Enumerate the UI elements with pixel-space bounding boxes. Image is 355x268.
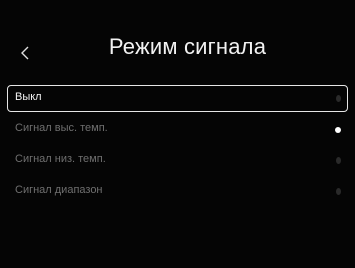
page-title: Режим сигнала [108, 34, 267, 59]
radio-indicator [336, 157, 341, 164]
radio-indicator-checked [335, 127, 341, 133]
option-off[interactable]: Выкл [7, 85, 348, 112]
signal-mode-list: Выкл Сигнал выс. темп. Сигнал низ. темп.… [7, 85, 348, 209]
option-high-temp-alarm[interactable]: Сигнал выс. темп. [7, 116, 348, 143]
radio-indicator [336, 188, 341, 195]
chevron-left-icon [21, 46, 29, 60]
back-button[interactable] [12, 36, 38, 70]
option-label: Выкл [15, 91, 42, 103]
radio-indicator [336, 95, 341, 102]
option-range-alarm[interactable]: Сигнал диапазон [7, 178, 348, 205]
option-label: Сигнал выс. темп. [15, 122, 108, 134]
header: Режим сигнала [0, 18, 355, 78]
option-label: Сигнал низ. темп. [15, 153, 106, 165]
option-label: Сигнал диапазон [15, 184, 103, 196]
screen: Режим сигнала Выкл Сигнал выс. темп. Сиг… [0, 0, 355, 268]
option-low-temp-alarm[interactable]: Сигнал низ. темп. [7, 147, 348, 174]
